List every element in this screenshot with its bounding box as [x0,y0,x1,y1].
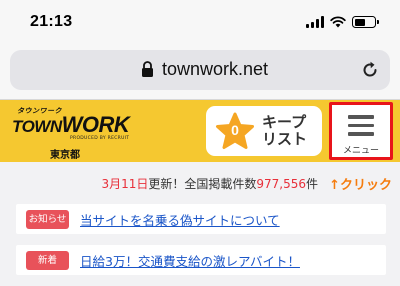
news-item[interactable]: お知らせ 当サイトを名乗る偽サイトについて [16,204,386,234]
battery-icon [352,16,379,28]
news-item[interactable]: 新着 日給3万！交通費支給の激レアバイト！ [16,245,386,275]
update-info: 3月11日更新！全国掲載件数977,556件 ↑クリック [0,172,400,193]
news-link[interactable]: 日給3万！交通費支給の激レアバイト！ [80,251,300,270]
new-badge: 新着 [26,251,69,270]
browser-toolbar: townwork.net [0,44,400,100]
listing-count: 977,556 [256,177,306,191]
townwork-logo[interactable]: タウンワーク TOWNWORK PRODUCED BY RECRUIT 東京都 [12,106,152,161]
area-label: 東京都 [50,150,80,161]
lock-icon [142,61,153,77]
update-date: 3月11日 [101,177,149,191]
keep-count: 0 [231,122,239,138]
status-icons [306,14,379,30]
status-time: 21:13 [30,13,73,30]
site-header: タウンワーク TOWNWORK PRODUCED BY RECRUIT 東京都 … [0,100,400,162]
notice-badge: お知らせ [26,210,69,229]
news-link[interactable]: 当サイトを名乗る偽サイトについて [80,210,280,229]
update-text: 3月11日更新！全国掲載件数977,556件 [101,177,318,191]
reload-icon[interactable] [360,60,380,80]
address-bar[interactable]: townwork.net [10,50,390,90]
hamburger-icon [348,115,374,137]
click-link[interactable]: ↑クリック [329,174,392,193]
url-text: townwork.net [162,59,269,79]
logo-wordmark: TOWNWORK [12,112,130,137]
keep-label: キープ リスト [262,113,308,148]
wifi-icon [330,16,346,28]
logo-subtitle: PRODUCED BY RECRUIT [70,136,130,141]
menu-button[interactable]: メニュー [329,102,393,160]
signal-icon [306,16,324,28]
status-bar: 21:13 [0,0,400,44]
keep-list-button[interactable]: 0 キープ リスト [206,106,322,156]
menu-label: メニュー [342,146,379,156]
